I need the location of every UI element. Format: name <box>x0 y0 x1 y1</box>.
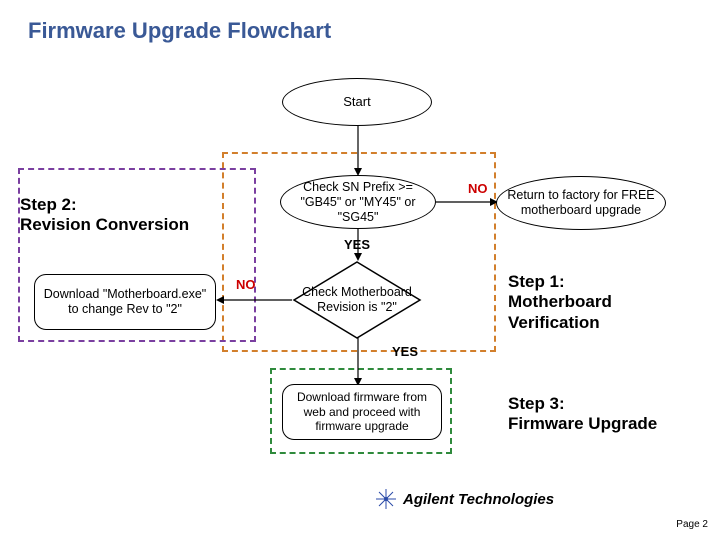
download-fw-node: Download firmware from web and proceed w… <box>282 384 442 440</box>
check-rev-node: Check Motherboard Revision is "2" <box>290 260 424 340</box>
no1-label: NO <box>468 181 488 196</box>
logo-text: Agilent Technologies <box>403 491 554 508</box>
yes1-label: YES <box>344 237 370 252</box>
page-title: Firmware Upgrade Flowchart <box>28 18 331 44</box>
agilent-spark-icon <box>375 488 397 510</box>
check-rev-text: Check Motherboard Revision is "2" <box>290 285 424 315</box>
logo: Agilent Technologies <box>375 488 554 510</box>
step1-label: Step 1: Motherboard Verification <box>508 272 612 333</box>
step2-label: Step 2: Revision Conversion <box>20 195 189 236</box>
step3-label: Step 3: Firmware Upgrade <box>508 394 657 435</box>
check-sn-node: Check SN Prefix >= "GB45" or "MY45" or "… <box>280 175 436 229</box>
page-number: Page 2 <box>676 519 708 530</box>
factory-node: Return to factory for FREE motherboard u… <box>496 176 666 230</box>
no2-label: NO <box>236 277 256 292</box>
start-node: Start <box>282 78 432 126</box>
download-mb-node: Download "Motherboard.exe" to change Rev… <box>34 274 216 330</box>
yes2-label: YES <box>392 344 418 359</box>
